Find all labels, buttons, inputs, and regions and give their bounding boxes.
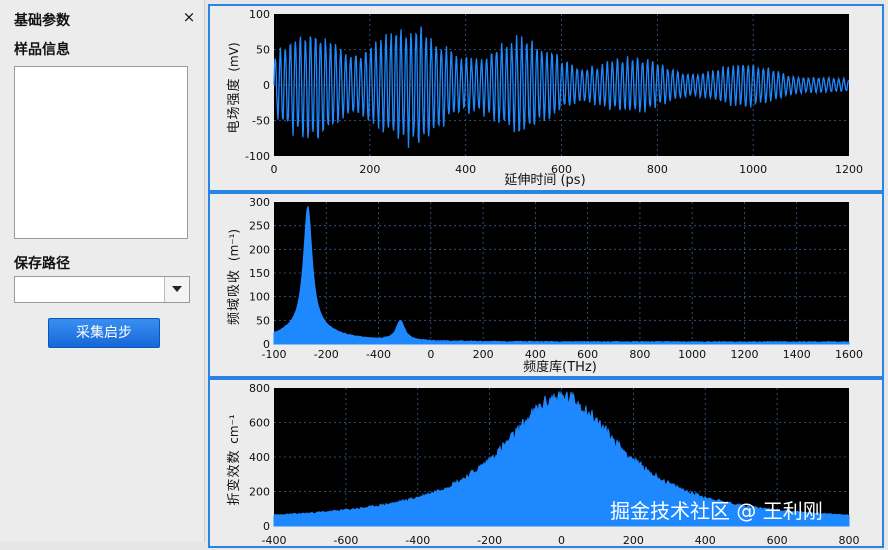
x-tick-label: 1000 xyxy=(739,163,767,176)
close-icon[interactable]: × xyxy=(181,9,197,25)
x-tick-label: 400 xyxy=(695,534,716,546)
y-tick-label: 100 xyxy=(249,291,270,304)
svg-text:数: 数 xyxy=(227,450,242,463)
x-tick-label: -400 xyxy=(405,534,430,546)
svg-text:强: 强 xyxy=(227,92,242,105)
x-tick-label: 1000 xyxy=(678,348,706,361)
y-tick-label: -50 xyxy=(252,115,270,128)
svg-text:度: 度 xyxy=(226,78,242,91)
svg-text:效: 效 xyxy=(227,464,242,477)
y-tick-label: 200 xyxy=(249,243,270,256)
sample-info-textarea[interactable] xyxy=(14,66,188,239)
frequency-domain-chart: -100 -200 -400 0 200 400 600 800 1000 1200 1400 160… xyxy=(227,196,863,375)
save-path-label: 保存路径 xyxy=(14,256,70,272)
x-tick-label: 0 xyxy=(558,534,565,546)
svg-text:折: 折 xyxy=(227,492,242,505)
x-tick-label: 200 xyxy=(473,348,494,361)
x-tick-label: -400 xyxy=(366,348,391,361)
frequency-domain-panel: -100 -200 -400 0 200 400 600 800 1000 1200 1400 160… xyxy=(208,192,884,378)
sample-info-label: 样品信息 xyxy=(14,42,70,58)
y-axis-label: 电场强度 (mV) xyxy=(226,42,242,133)
x-tick-label: 800 xyxy=(839,534,860,546)
svg-text:域: 域 xyxy=(227,298,242,311)
time-domain-chart: 0 200 400 600 800 1000 1200100500-50-100 延伸时间 … xyxy=(226,8,863,188)
x-tick-label: -600 xyxy=(333,534,358,546)
y-tick-label: 200 xyxy=(249,486,270,499)
watermark: 掘金技术社区 @ 王利刚 xyxy=(610,499,823,523)
x-tick-label: 1400 xyxy=(783,348,811,361)
parameters-panel: 基础参数 × 样品信息 保存路径 采集启步 xyxy=(0,0,205,542)
x-axis-label: 频度库(THz) xyxy=(523,359,597,375)
y-tick-label: 0 xyxy=(263,79,270,92)
x-tick-label: 800 xyxy=(629,348,650,361)
y-tick-label: 50 xyxy=(256,44,270,57)
svg-text:cm⁻¹: cm⁻¹ xyxy=(227,414,241,444)
x-tick-label: 400 xyxy=(455,163,476,176)
start-acquisition-button[interactable]: 采集启步 xyxy=(48,318,160,348)
x-tick-label: 200 xyxy=(359,163,380,176)
x-tick-label: 200 xyxy=(623,534,644,546)
panel-title: 基础参数 xyxy=(14,13,70,29)
x-tick-label: 1200 xyxy=(835,163,863,176)
y-tick-label: 0 xyxy=(263,338,270,351)
svg-text:收: 收 xyxy=(227,270,242,283)
save-path-input[interactable] xyxy=(15,277,165,302)
x-tick-label: 0 xyxy=(271,163,278,176)
y-tick-label: 400 xyxy=(249,451,270,464)
x-tick-label: 1200 xyxy=(730,348,758,361)
svg-text:场: 场 xyxy=(227,106,242,119)
y-tick-label: 150 xyxy=(249,267,270,280)
x-axis-label: 延伸时间 (ps) xyxy=(504,173,585,188)
y-tick-label: 50 xyxy=(256,314,270,327)
y-tick-label: -100 xyxy=(245,150,270,163)
y-axis-label: 折变效数 cm⁻¹ xyxy=(226,414,242,505)
y-tick-label: 800 xyxy=(249,382,270,395)
y-tick-label: 100 xyxy=(249,8,270,21)
y-tick-label: 250 xyxy=(249,220,270,233)
y-axis-label: 频域吸收 (m⁻¹) xyxy=(227,229,242,325)
x-tick-label: 0 xyxy=(427,348,434,361)
chevron-down-icon xyxy=(172,286,182,292)
svg-text:(mV): (mV) xyxy=(227,42,241,71)
svg-text:电: 电 xyxy=(227,120,242,133)
svg-text:变: 变 xyxy=(226,478,242,491)
y-tick-label: 300 xyxy=(249,196,270,209)
save-path-dropdown-button[interactable] xyxy=(164,277,189,302)
save-path-combobox[interactable] xyxy=(14,276,190,303)
x-tick-label: -200 xyxy=(314,348,339,361)
y-tick-label: 600 xyxy=(249,417,270,430)
x-tick-label: 800 xyxy=(647,163,668,176)
svg-text:频: 频 xyxy=(227,312,242,325)
x-tick-label: -200 xyxy=(477,534,502,546)
y-tick-label: 0 xyxy=(263,520,270,533)
x-tick-label: 600 xyxy=(767,534,788,546)
svg-text:(m⁻¹): (m⁻¹) xyxy=(227,229,241,261)
svg-text:吸: 吸 xyxy=(227,284,242,297)
x-tick-label: -400 xyxy=(262,534,287,546)
x-tick-label: 1600 xyxy=(835,348,863,361)
time-domain-panel: 0 200 400 600 800 1000 1200 100 50 0 -50 -100 延伸时间 … xyxy=(208,4,884,192)
